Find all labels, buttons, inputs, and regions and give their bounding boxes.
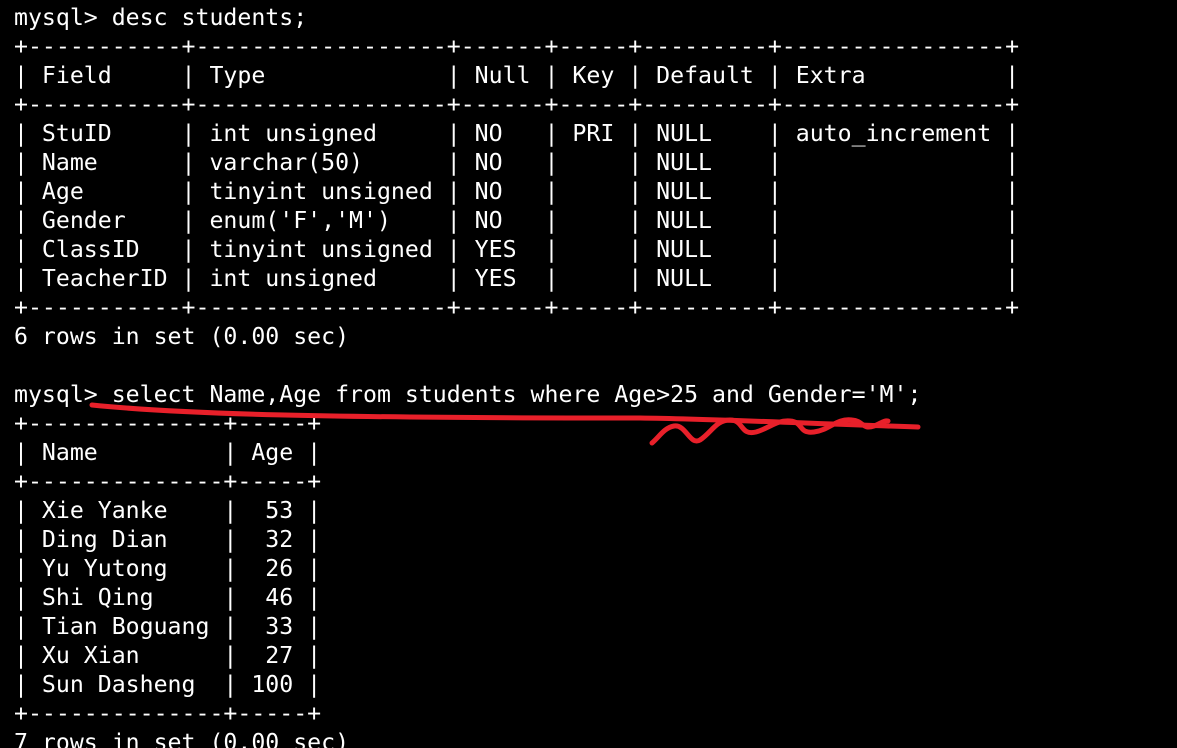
command-prompt-select: mysql> select Name,Age from students whe…: [14, 381, 922, 408]
result-table-row: | Ding Dian | 32 |: [14, 526, 322, 553]
result-table-row: | Xu Xian | 27 |: [14, 642, 322, 669]
table-header-row: | Field | Type | Null | Key | Default | …: [14, 62, 1020, 89]
table-row: | Age | tinyint unsigned | NO | | NULL |…: [14, 178, 1020, 205]
table-border-top: +-----------+------------------+------+-…: [14, 33, 1020, 60]
table-row: | ClassID | tinyint unsigned | YES | | N…: [14, 236, 1020, 263]
result-table-header-row: | Name | Age |: [14, 439, 322, 466]
command-prompt-desc: mysql> desc students;: [14, 4, 308, 31]
result-table-row: | Yu Yutong | 26 |: [14, 555, 322, 582]
result-table-border-bottom: +--------------+-----+: [14, 700, 322, 727]
result-summary-2: 7 rows in set (0.00 sec): [14, 729, 350, 748]
result-table-row: | Shi Qing | 46 |: [14, 584, 322, 611]
table-row: | Name | varchar(50) | NO | | NULL | |: [14, 149, 1020, 176]
result-table-header-border: +--------------+-----+: [14, 468, 322, 495]
result-table-row: | Tian Boguang | 33 |: [14, 613, 322, 640]
table-row: | Gender | enum('F','M') | NO | | NULL |…: [14, 207, 1020, 234]
result-table-row: | Sun Dasheng | 100 |: [14, 671, 322, 698]
table-border-bottom: +-----------+------------------+------+-…: [14, 294, 1020, 321]
result-table-border-top: +--------------+-----+: [14, 410, 322, 437]
table-header-border: +-----------+------------------+------+-…: [14, 91, 1020, 118]
table-row: | StuID | int unsigned | NO | PRI | NULL…: [14, 120, 1020, 147]
result-summary: 6 rows in set (0.00 sec): [14, 323, 350, 350]
result-table-row: | Xie Yanke | 53 |: [14, 497, 322, 524]
table-row: | TeacherID | int unsigned | YES | | NUL…: [14, 265, 1020, 292]
scribble-stroke: [649, 417, 891, 446]
terminal-window[interactable]: mysql> desc students; +-----------+-----…: [0, 0, 1177, 748]
